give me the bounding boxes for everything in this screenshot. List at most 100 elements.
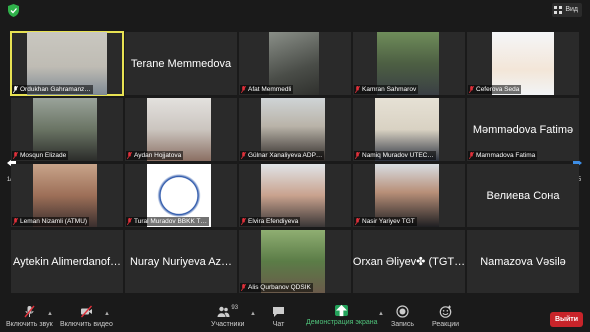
participant-name-label: Mammadova Fatima — [468, 151, 538, 160]
chat-bubble-icon — [273, 307, 284, 317]
participants-label: Участники — [211, 321, 245, 328]
muted-mic-icon — [13, 218, 18, 225]
share-screen-button[interactable]: Демонстрация экрана — [306, 304, 378, 326]
participant-name-text: Ordukhan Gahramanz… — [20, 86, 91, 93]
participant-display-name: Orxan Əliyev✤ (TGT… — [353, 256, 465, 268]
participant-name-text: Aydan Hojjatova — [134, 152, 182, 159]
participant-tile[interactable]: Namiq Muradov UTEC… — [353, 98, 465, 161]
participant-tile[interactable]: Namazova Vəsilə — [467, 230, 579, 293]
participant-name-label: Tural Muradov BBKK T… — [126, 217, 209, 226]
muted-mic-icon — [355, 152, 360, 159]
participant-name-label: Leman Nizamli (ATMU) — [12, 217, 90, 226]
muted-mic-icon — [469, 152, 474, 159]
muted-mic-icon — [241, 152, 246, 159]
participant-tile[interactable]: Nuray Nuriyeva Az… — [125, 230, 237, 293]
share-screen-label: Демонстрация экрана — [306, 319, 378, 326]
unmute-button[interactable]: Включить звук — [6, 305, 53, 328]
participant-grid: Ordukhan Gahramanz… Terane Memmedova Afat … — [10, 31, 579, 294]
participant-display-name: Namazova Vəsilə — [480, 255, 566, 268]
muted-mic-icon — [127, 218, 132, 225]
unmute-label: Включить звук — [6, 321, 53, 328]
muted-mic-icon — [241, 218, 246, 225]
participants-icon — [217, 306, 230, 317]
muted-mic-icon — [241, 86, 246, 93]
participant-tile[interactable]: Nasir Yariyev TGT — [353, 164, 465, 227]
share-screen-icon — [335, 304, 349, 317]
participant-tile[interactable]: Ceferova Seda — [467, 32, 579, 95]
record-button[interactable]: Запись — [391, 305, 414, 328]
participant-name-label: Elvira Efendiyeva — [240, 217, 301, 226]
participant-name-text: Alis Qurbanov QDSIK — [248, 284, 311, 291]
muted-mic-icon — [355, 218, 360, 225]
grid-view-icon — [554, 6, 563, 14]
leave-button[interactable]: Выйти — [550, 312, 583, 327]
participant-name-text: Elvira Efendiyeva — [248, 218, 299, 225]
participant-name-label: Kamran Sahmarov — [354, 85, 419, 94]
participant-name-label: Nasir Yariyev TGT — [354, 217, 417, 226]
participant-display-name: Велиева Сона — [486, 189, 560, 202]
participant-display-name: Nuray Nuriyeva Az… — [129, 255, 233, 268]
top-bar: Вид — [0, 0, 590, 22]
participant-display-name: Aytekin Alimerdanof… — [12, 255, 122, 268]
participant-name-text: Namiq Muradov UTEC… — [362, 152, 434, 159]
participant-tile[interactable]: Afat Memmedli — [239, 32, 351, 95]
participant-name-text: Mosqun Elizade — [20, 152, 67, 159]
muted-mic-icon — [241, 284, 246, 291]
participant-name-label: Namiq Muradov UTEC… — [354, 151, 436, 160]
participant-tile[interactable]: Terane Memmedova — [125, 32, 237, 95]
participant-tile[interactable]: Məmmədova Fatimə Mammadova Fatima — [467, 98, 579, 161]
chat-button[interactable]: Чат — [272, 305, 285, 328]
participant-tile[interactable]: Elvira Efendiyeva — [239, 164, 351, 227]
participant-tile[interactable]: Tural Muradov BBKK T… — [125, 164, 237, 227]
reactions-button[interactable]: Реакции — [432, 305, 459, 328]
participant-name-text: Nasir Yariyev TGT — [362, 218, 415, 225]
participant-name-text: Mammadova Fatima — [476, 152, 536, 159]
record-icon — [396, 305, 409, 318]
muted-mic-icon — [355, 86, 360, 93]
muted-mic-icon — [127, 152, 132, 159]
view-label: Вид — [565, 6, 578, 13]
participant-name-label: Gülnar Xanaliyeva ADP… — [240, 151, 325, 160]
participant-tile[interactable]: Leman Nizamli (ATMU) — [11, 164, 123, 227]
muted-mic-icon — [13, 86, 18, 93]
participant-name-label: Afat Memmedli — [240, 85, 294, 94]
participant-tile[interactable]: Alis Qurbanov QDSIK — [239, 230, 351, 293]
audio-options-caret[interactable]: ▲ — [47, 311, 53, 317]
participant-name-text: Ceferova Seda — [476, 86, 520, 93]
participant-tile[interactable]: Mosqun Elizade — [11, 98, 123, 161]
microphone-muted-icon — [24, 305, 35, 318]
participants-options-caret[interactable]: ▲ — [250, 311, 256, 317]
participant-name-text: Leman Nizamli (ATMU) — [20, 218, 88, 225]
participant-name-text: Kamran Sahmarov — [362, 86, 417, 93]
share-options-caret[interactable]: ▲ — [378, 311, 384, 317]
view-button[interactable]: Вид — [552, 3, 582, 17]
start-video-label: Включить видео — [60, 321, 113, 328]
smiley-icon — [439, 305, 452, 318]
reactions-label: Реакции — [432, 321, 460, 328]
security-shield-icon[interactable] — [8, 4, 19, 17]
record-label: Запись — [391, 321, 414, 328]
participant-tile[interactable]: Ordukhan Gahramanz… — [10, 31, 124, 96]
participant-tile[interactable]: Aydan Hojjatova — [125, 98, 237, 161]
participant-name-label: Aydan Hojjatova — [126, 151, 184, 160]
participant-tile[interactable]: Gülnar Xanaliyeva ADP… — [239, 98, 351, 161]
meeting-toolbar: Включить звук ▲ Включить видео ▲ 93 Учас… — [0, 302, 590, 332]
participant-tile[interactable]: Велиева Сона — [467, 164, 579, 227]
participant-name-text: Tural Muradov BBKK T… — [134, 218, 207, 225]
participant-name-label: Alis Qurbanov QDSIK — [240, 283, 313, 292]
participant-name-text: Afat Memmedli — [248, 86, 292, 93]
participants-button[interactable]: 93 Участники — [211, 305, 244, 328]
muted-mic-icon — [13, 152, 18, 159]
participant-tile[interactable]: Kamran Sahmarov — [353, 32, 465, 95]
participant-name-label: Mosqun Elizade — [12, 151, 69, 160]
participant-name-label: Ordukhan Gahramanz… — [12, 85, 93, 94]
participant-tile[interactable]: Aytekin Alimerdanof… — [11, 230, 123, 293]
participant-tile[interactable]: Orxan Əliyev✤ (TGT… — [353, 230, 465, 293]
muted-mic-icon — [469, 86, 474, 93]
chat-label: Чат — [272, 321, 285, 328]
participant-name-text: Gülnar Xanaliyeva ADP… — [248, 152, 323, 159]
video-options-caret[interactable]: ▲ — [104, 311, 110, 317]
participant-display-name: Terane Memmedova — [130, 57, 232, 70]
participants-count: 93 — [231, 305, 239, 311]
participant-name-label: Ceferova Seda — [468, 85, 522, 94]
